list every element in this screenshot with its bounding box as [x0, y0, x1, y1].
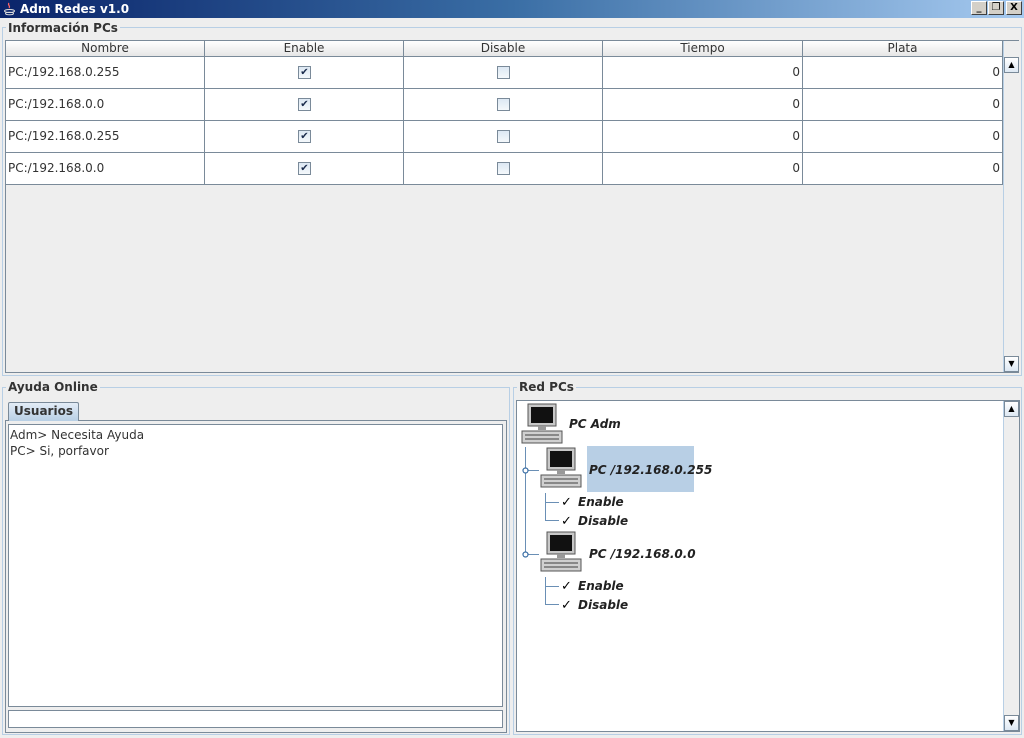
cell-disable [404, 89, 603, 121]
tree-connector [545, 520, 559, 521]
column-header-disable[interactable]: Disable [404, 41, 603, 57]
cell-tiempo[interactable]: 0 [603, 89, 803, 121]
scroll-up-button[interactable]: ▲ [1004, 401, 1019, 417]
window-title: Adm Redes v1.0 [20, 2, 130, 16]
tree-expand-handle-icon[interactable] [522, 467, 529, 474]
tree-connector [545, 502, 559, 503]
tree-vertical-scrollbar[interactable]: ▲ ▼ [1003, 401, 1019, 731]
tree-node-label[interactable]: PC /192.168.0.255 [589, 463, 712, 477]
tree-connector [545, 493, 546, 521]
tree-connector [545, 577, 546, 605]
chat-message: Adm> Necesita Ayuda [10, 428, 145, 442]
tree-leaf-enable[interactable]: Enable [578, 495, 624, 509]
disable-checkbox[interactable] [497, 130, 510, 143]
cell-disable [404, 121, 603, 153]
cell-disable [404, 153, 603, 185]
maximize-button[interactable]: ❐ [988, 1, 1004, 15]
computer-icon [521, 403, 563, 444]
tree-connector [525, 447, 526, 555]
chat-message: PC> Si, porfavor [10, 444, 109, 458]
info-pcs-table: Nombre Enable Disable Tiempo Plata PC:/1… [5, 40, 1019, 373]
ayuda-online-group-title: Ayuda Online [6, 380, 100, 394]
tree-root-label[interactable]: PC Adm [569, 417, 621, 431]
column-header-tiempo[interactable]: Tiempo [603, 41, 803, 57]
minimize-button[interactable]: _ [971, 1, 987, 15]
tree-node-label[interactable]: PC /192.168.0.0 [589, 547, 696, 561]
close-button[interactable]: X [1006, 1, 1022, 15]
cell-enable: ✔ [205, 121, 404, 153]
enable-checkbox[interactable]: ✔ [298, 162, 311, 175]
cell-enable: ✔ [205, 57, 404, 89]
tree-leaf-enable[interactable]: Enable [578, 579, 624, 593]
disable-checkbox[interactable] [497, 66, 510, 79]
info-pcs-group-title: Información PCs [6, 21, 120, 35]
disable-checkbox[interactable] [497, 162, 510, 175]
cell-plata[interactable]: 0 [803, 57, 1003, 89]
tree-expand-handle-icon[interactable] [522, 551, 529, 558]
red-pcs-group-title: Red PCs [517, 380, 576, 394]
chat-log[interactable]: Adm> Necesita Ayuda PC> Si, porfavor [8, 424, 503, 707]
cell-nombre[interactable]: PC:/192.168.0.0 [6, 153, 205, 185]
enable-checkbox[interactable]: ✔ [298, 66, 311, 79]
cell-nombre[interactable]: PC:/192.168.0.0 [6, 89, 205, 121]
cell-disable [404, 57, 603, 89]
tree-connector [545, 586, 559, 587]
scroll-up-button[interactable]: ▲ [1004, 57, 1019, 73]
check-icon: ✓ [561, 579, 572, 594]
table-row[interactable]: PC:/192.168.0.0 ✔ 0 0 [6, 153, 1003, 185]
table-row[interactable]: PC:/192.168.0.0 ✔ 0 0 [6, 89, 1003, 121]
table-vertical-scrollbar[interactable]: ▲ ▼ [1003, 41, 1019, 372]
network-tree[interactable]: PC Adm PC /192.168.0.255 ✓ Enable ✓ Disa… [516, 400, 1020, 732]
window-title-bar[interactable]: Adm Redes v1.0 _ ❐ X [0, 0, 1024, 18]
computer-icon [540, 447, 582, 488]
cell-plata[interactable]: 0 [803, 153, 1003, 185]
enable-checkbox[interactable]: ✔ [298, 130, 311, 143]
computer-icon [540, 531, 582, 572]
cell-nombre[interactable]: PC:/192.168.0.255 [6, 57, 205, 89]
scroll-down-button[interactable]: ▼ [1004, 356, 1019, 372]
column-header-plata[interactable]: Plata [803, 41, 1003, 57]
tree-leaf-disable[interactable]: Disable [578, 598, 628, 612]
tree-leaf-disable[interactable]: Disable [578, 514, 628, 528]
check-icon: ✓ [561, 495, 572, 510]
table-row[interactable]: PC:/192.168.0.255 ✔ 0 0 [6, 57, 1003, 89]
tree-connector [545, 604, 559, 605]
table-header: Nombre Enable Disable Tiempo Plata [6, 41, 1003, 57]
cell-tiempo[interactable]: 0 [603, 153, 803, 185]
check-icon: ✓ [561, 514, 572, 529]
cell-plata[interactable]: 0 [803, 121, 1003, 153]
cell-enable: ✔ [205, 89, 404, 121]
tab-usuarios[interactable]: Usuarios [8, 402, 79, 421]
enable-checkbox[interactable]: ✔ [298, 98, 311, 111]
cell-enable: ✔ [205, 153, 404, 185]
cell-plata[interactable]: 0 [803, 89, 1003, 121]
column-header-enable[interactable]: Enable [205, 41, 404, 57]
cell-tiempo[interactable]: 0 [603, 57, 803, 89]
cell-nombre[interactable]: PC:/192.168.0.255 [6, 121, 205, 153]
column-header-nombre[interactable]: Nombre [6, 41, 205, 57]
table-row[interactable]: PC:/192.168.0.255 ✔ 0 0 [6, 121, 1003, 153]
java-app-icon [4, 2, 15, 16]
scroll-down-button[interactable]: ▼ [1004, 715, 1019, 731]
chat-input[interactable] [8, 710, 503, 728]
disable-checkbox[interactable] [497, 98, 510, 111]
check-icon: ✓ [561, 598, 572, 613]
cell-tiempo[interactable]: 0 [603, 121, 803, 153]
